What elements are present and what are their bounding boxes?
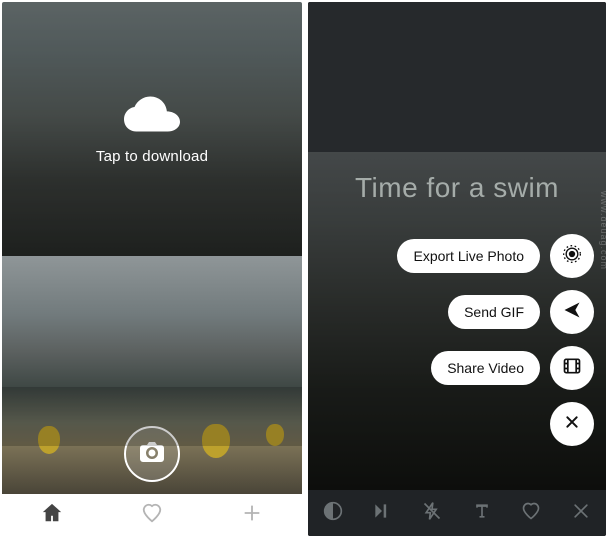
live-photo-icon <box>562 244 582 269</box>
tool-favorite[interactable] <box>508 501 556 526</box>
tool-contrast[interactable] <box>309 501 357 526</box>
action-close[interactable] <box>397 402 594 446</box>
photo-element <box>202 424 230 458</box>
send-icon <box>562 300 582 325</box>
send-gif-label: Send GIF <box>448 295 540 329</box>
photo-element <box>266 424 284 446</box>
camera-button[interactable] <box>124 426 180 482</box>
close-icon <box>564 414 580 435</box>
film-icon <box>562 356 582 381</box>
thumbnail-download[interactable]: Tap to download <box>2 2 302 256</box>
tool-close[interactable] <box>557 501 605 526</box>
bottom-nav <box>2 494 302 536</box>
action-share-video[interactable]: Share Video <box>397 346 594 390</box>
download-label: Tap to download <box>96 148 208 165</box>
skip-icon <box>372 501 392 526</box>
right-screen: Time for a swim Export Live Photo Send G… <box>308 2 606 536</box>
tool-text[interactable] <box>458 501 506 526</box>
photo-element <box>38 426 60 454</box>
action-send-gif[interactable]: Send GIF <box>397 290 594 334</box>
letterbox-top <box>308 2 606 152</box>
left-screen: Tap to download <box>2 2 302 536</box>
export-live-photo-label: Export Live Photo <box>397 239 540 273</box>
tool-flash[interactable] <box>408 501 456 526</box>
video-icon-button[interactable] <box>550 346 594 390</box>
app-container: Tap to download <box>0 0 608 540</box>
nav-add[interactable] <box>203 502 302 529</box>
edit-toolbar <box>308 490 606 536</box>
tool-skip[interactable] <box>359 501 407 526</box>
cloud-icon <box>96 94 208 134</box>
nav-home[interactable] <box>3 502 102 529</box>
send-icon-button[interactable] <box>550 290 594 334</box>
share-actions-menu: Export Live Photo Send GIF Share Video <box>397 234 594 446</box>
close-menu-button[interactable] <box>550 402 594 446</box>
home-icon <box>41 502 63 529</box>
text-icon <box>472 501 492 526</box>
plus-icon <box>241 502 263 529</box>
download-prompt: Tap to download <box>96 94 208 165</box>
flash-off-icon <box>422 501 442 526</box>
contrast-icon <box>323 501 343 526</box>
close-icon <box>571 501 591 526</box>
live-photo-icon-button[interactable] <box>550 234 594 278</box>
action-export-live-photo[interactable]: Export Live Photo <box>397 234 594 278</box>
caption-text[interactable]: Time for a swim <box>308 172 606 204</box>
heart-icon <box>141 502 163 529</box>
share-video-label: Share Video <box>431 351 540 385</box>
thumbnail-photo[interactable] <box>2 256 302 494</box>
camera-icon <box>140 442 164 467</box>
nav-favorites[interactable] <box>103 502 202 529</box>
heart-icon <box>521 501 541 526</box>
